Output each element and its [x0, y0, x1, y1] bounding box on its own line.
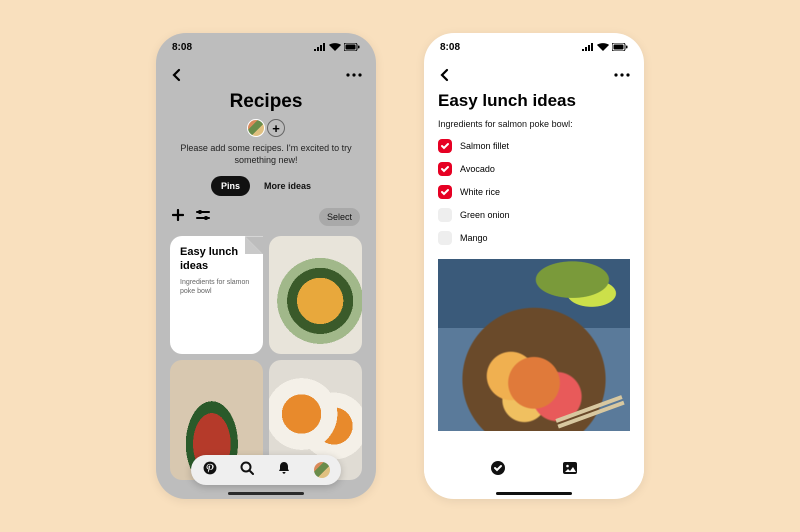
add-image-button[interactable]: [562, 460, 578, 481]
status-icons: [582, 43, 628, 51]
sliders-icon: [196, 209, 210, 221]
battery-icon: [612, 43, 628, 51]
tab-pins[interactable]: Pins: [211, 176, 250, 196]
dock-home[interactable]: [203, 461, 217, 480]
ellipsis-icon: [614, 73, 630, 77]
wifi-icon: [329, 43, 341, 51]
tab-more-ideas[interactable]: More ideas: [254, 176, 321, 196]
pinterest-icon: [203, 461, 217, 475]
check-item[interactable]: White rice: [438, 185, 630, 199]
chevron-left-icon: [438, 68, 452, 82]
chevron-left-icon: [170, 68, 184, 82]
board-tabs: Pins More ideas: [170, 176, 362, 196]
status-bar: 8:08: [424, 33, 644, 61]
checkbox-checked[interactable]: [438, 162, 452, 176]
add-collaborator-button[interactable]: +: [267, 119, 285, 137]
add-checklist-button[interactable]: [490, 460, 506, 481]
phone-mock-board: 8:08 Recipes + Please add some recipes. …: [156, 33, 376, 499]
bell-icon: [277, 461, 291, 475]
home-indicator: [228, 492, 304, 495]
status-time: 8:08: [440, 42, 460, 53]
back-button[interactable]: [170, 68, 184, 82]
note-card[interactable]: Easy lunch ideas Ingredients for slamon …: [170, 236, 263, 354]
status-icons: [314, 43, 360, 51]
note-sub: Ingredients for slamon poke bowl: [180, 278, 253, 296]
signal-icon: [314, 43, 326, 51]
checkmark-icon: [440, 164, 450, 174]
note-bottom-bar: [424, 455, 644, 485]
check-item[interactable]: Avocado: [438, 162, 630, 176]
ellipsis-icon: [346, 73, 362, 77]
plus-icon: [172, 209, 184, 221]
check-item[interactable]: Mango: [438, 231, 630, 245]
checkbox-unchecked[interactable]: [438, 231, 452, 245]
check-label: Salmon fillet: [460, 141, 509, 151]
select-button[interactable]: Select: [319, 208, 360, 226]
check-label: Avocado: [460, 164, 495, 174]
pin-grid: Easy lunch ideas Ingredients for slamon …: [170, 236, 362, 480]
add-button[interactable]: [172, 208, 184, 226]
checkbox-checked[interactable]: [438, 139, 452, 153]
board-content: Recipes + Please add some recipes. I'm e…: [156, 91, 376, 480]
board-description: Please add some recipes. I'm excited to …: [170, 143, 362, 166]
checkmark-icon: [440, 187, 450, 197]
search-icon: [240, 461, 254, 475]
board-toolbar: Select: [170, 208, 362, 226]
more-button[interactable]: [614, 73, 630, 77]
pin-card[interactable]: [269, 236, 362, 354]
note-title: Easy lunch ideas: [180, 246, 253, 272]
chopsticks-decoration: [555, 395, 622, 423]
home-indicator: [496, 492, 572, 495]
checkbox-unchecked[interactable]: [438, 208, 452, 222]
check-item[interactable]: Green onion: [438, 208, 630, 222]
status-time: 8:08: [172, 42, 192, 53]
avatar[interactable]: [247, 119, 265, 137]
note-content: Easy lunch ideas Ingredients for salmon …: [424, 91, 644, 431]
back-button[interactable]: [438, 68, 452, 82]
check-circle-icon: [490, 460, 506, 476]
checkbox-checked[interactable]: [438, 185, 452, 199]
collaborators-row: +: [170, 119, 362, 137]
signal-icon: [582, 43, 594, 51]
status-bar: 8:08: [156, 33, 376, 61]
image-icon: [562, 460, 578, 476]
wifi-icon: [597, 43, 609, 51]
organize-button[interactable]: [196, 208, 210, 226]
dock-search[interactable]: [240, 461, 254, 480]
note-subtitle: Ingredients for salmon poke bowl:: [438, 119, 630, 129]
check-item[interactable]: Salmon fillet: [438, 139, 630, 153]
check-label: White rice: [460, 187, 500, 197]
checklist: Salmon fillet Avocado White rice Green o…: [438, 139, 630, 245]
board-title: Recipes: [170, 91, 362, 113]
battery-icon: [344, 43, 360, 51]
note-header: [424, 61, 644, 89]
dock-profile[interactable]: [314, 462, 330, 478]
checkmark-icon: [440, 141, 450, 151]
check-label: Green onion: [460, 210, 510, 220]
phone-mock-note: 8:08 Easy lunch ideas Ingredients for sa…: [424, 33, 644, 499]
more-button[interactable]: [346, 73, 362, 77]
check-label: Mango: [460, 233, 488, 243]
note-image[interactable]: [438, 259, 630, 431]
nav-dock: [191, 455, 341, 485]
dock-notifications[interactable]: [277, 461, 291, 480]
board-header: [156, 61, 376, 89]
note-heading: Easy lunch ideas: [438, 91, 630, 111]
